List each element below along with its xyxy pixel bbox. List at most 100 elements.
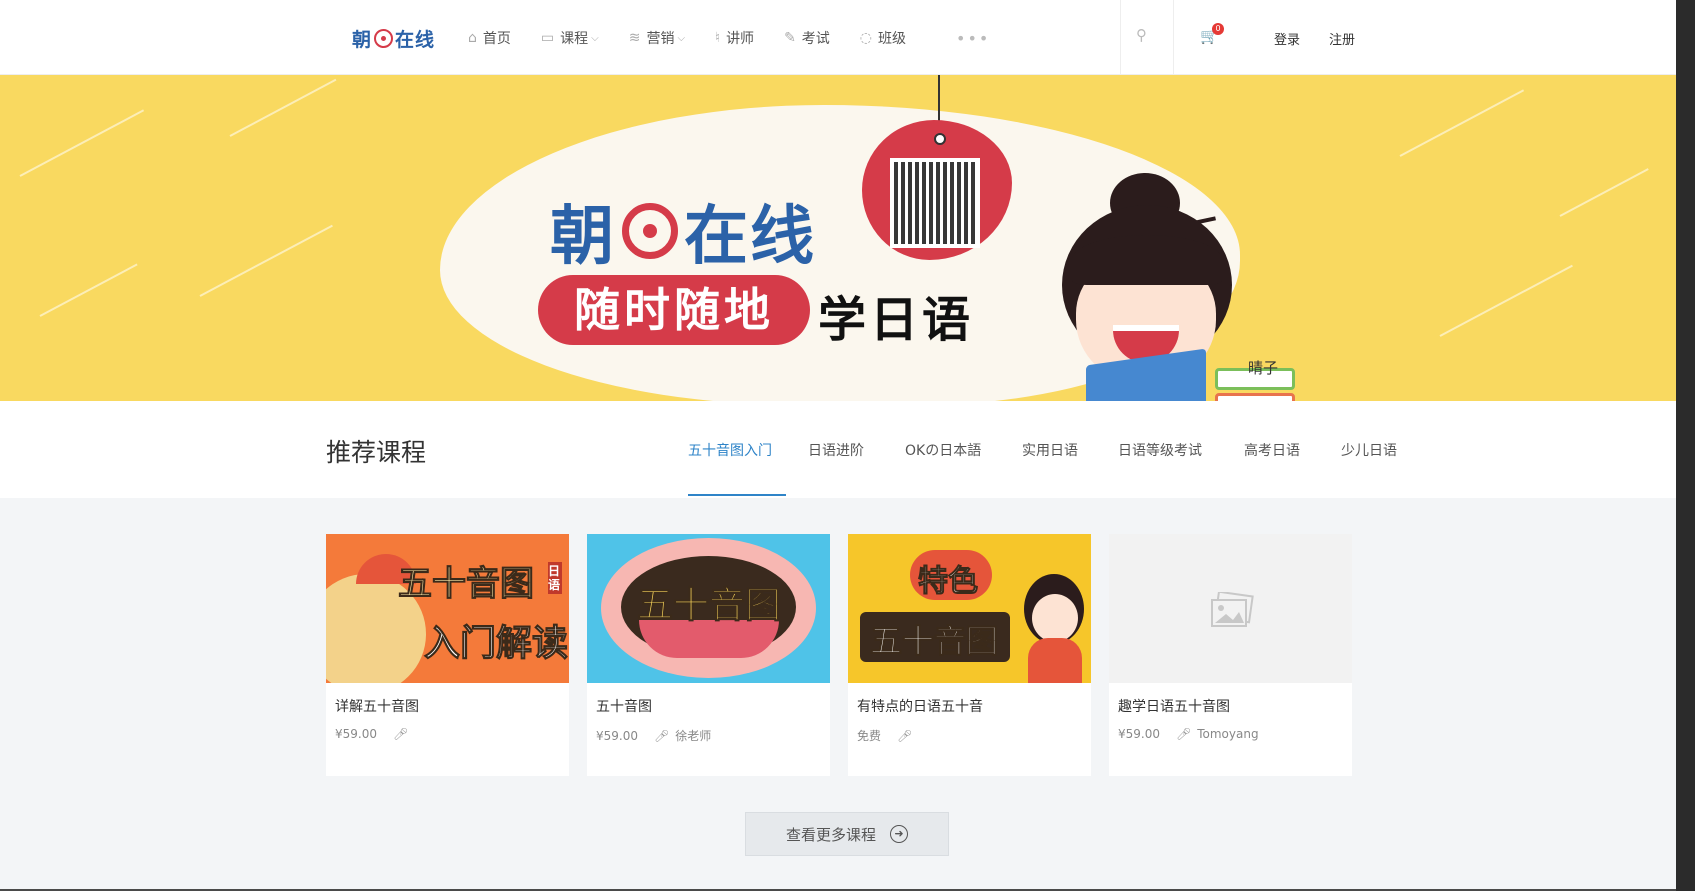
cart-count-badge: 0 <box>1212 23 1224 35</box>
book-icon: ▭ <box>540 30 555 46</box>
page: 朝 在线 ⌂ 首页 ▭ 课程 ⌵ ≋ 营销 ⌵ ♮ 讲师 ✎ 考试 ◌ 班级 •… <box>0 0 1695 891</box>
banner-stripe <box>229 78 337 137</box>
thumb-title-line2: 入门解读 <box>423 623 569 665</box>
section-title: 推荐课程 <box>326 438 427 467</box>
site-logo[interactable]: 朝 在线 <box>352 24 435 52</box>
logo-text-1: 朝 <box>352 28 373 51</box>
course-card[interactable]: 五十音图 日语 入门解读 详解五十音图 ¥59.00 🎤︎ <box>326 534 569 776</box>
layers-icon: ≋ <box>628 30 641 46</box>
nav-home-label: 首页 <box>482 31 511 47</box>
top-header: 朝 在线 ⌂ 首页 ▭ 课程 ⌵ ≋ 营销 ⌵ ♮ 讲师 ✎ 考试 ◌ 班级 •… <box>0 0 1676 75</box>
course-title[interactable]: 有特点的日语五十音 <box>857 696 983 716</box>
nav-courses-label: 课程 <box>560 31 589 47</box>
register-link[interactable]: 注册 <box>1329 29 1355 48</box>
scrollbar[interactable] <box>1676 0 1695 891</box>
banner-brand-text-1: 朝 <box>550 200 616 274</box>
course-card[interactable]: 五十音图 五十音图 ¥59.00 🎤︎ 徐老师 <box>587 534 830 776</box>
eye-logo-icon <box>622 203 678 259</box>
course-price: ¥59.00 <box>335 727 377 741</box>
eye-logo-icon <box>374 28 394 48</box>
nav-marketing[interactable]: ≋ 营销 ⌵ <box>629 26 685 50</box>
thumb-character-face <box>1032 594 1078 642</box>
mic-icon: ♮ <box>715 30 721 46</box>
course-thumbnail: 五十音图 日语 入门解读 <box>326 534 569 683</box>
banner-stripe <box>39 263 138 317</box>
banner-stripe <box>1399 89 1525 157</box>
course-price: ¥59.00 <box>596 728 638 743</box>
header-divider <box>1173 0 1174 75</box>
nav-marketing-label: 营销 <box>646 31 675 47</box>
view-more-courses-button[interactable]: 查看更多课程 ➜ <box>745 812 949 856</box>
view-more-label: 查看更多课程 <box>785 825 876 844</box>
course-card[interactable]: 特色 五十音图 有特点的日语五十音 免费 🎤︎ <box>848 534 1091 776</box>
thumb-tag: 日语 <box>548 562 562 594</box>
character-bangs <box>1072 235 1222 285</box>
course-price: ¥59.00 <box>1118 727 1160 741</box>
header-divider <box>1120 0 1121 75</box>
book-stack-item <box>1215 393 1295 401</box>
tab-advanced[interactable]: 日语进阶 <box>808 440 883 496</box>
home-icon: ⌂ <box>468 30 477 46</box>
nav-courses[interactable]: ▭ 课程 ⌵ <box>541 26 599 50</box>
character-name: 晴子 <box>1248 359 1279 377</box>
banner-brand-text-2: 在线 <box>684 200 816 274</box>
course-card[interactable]: 趣学日语五十音图 ¥59.00 🎤︎ Tomoyang <box>1109 534 1352 776</box>
banner-tagline-text: 学日语 <box>818 292 975 348</box>
arrow-right-circle-icon: ➜ <box>890 825 908 843</box>
course-thumbnail <box>1109 534 1352 683</box>
banner-stripe <box>1559 168 1649 217</box>
banner-brand: 朝 在线 <box>550 185 816 277</box>
banner-stripe <box>19 109 145 177</box>
course-meta: ¥59.00 🎤︎ Tomoyang <box>1118 727 1259 741</box>
nav-home[interactable]: ⌂ 首页 <box>468 26 511 50</box>
course-title[interactable]: 趣学日语五十音图 <box>1118 696 1230 716</box>
course-meta: ¥59.00 🎤︎ <box>335 727 414 741</box>
tab-gaokao[interactable]: 高考日语 <box>1244 440 1319 496</box>
tab-jlpt[interactable]: 日语等级考试 <box>1118 440 1222 496</box>
course-teacher: Tomoyang <box>1197 727 1259 741</box>
nav-teachers-label: 讲师 <box>726 31 755 47</box>
category-tabs: 五十音图入门 日语进阶 OKの日本語 实用日语 日语等级考试 高考日语 少儿日语 <box>688 440 1413 496</box>
pencil-icon: ✎ <box>784 30 796 46</box>
tab-ok-nihongo[interactable]: OKの日本語 <box>905 440 1000 496</box>
course-thumbnail: 五十音图 <box>587 534 830 683</box>
tab-practical[interactable]: 实用日语 <box>1022 440 1096 496</box>
more-icon[interactable]: ••• <box>956 29 990 48</box>
qr-ring <box>934 133 946 145</box>
chevron-down-icon: ⌵ <box>591 32 599 44</box>
nav-class[interactable]: ◌ 班级 <box>860 26 906 50</box>
thumb-title-line1: 五十音图 <box>636 585 782 627</box>
nav-exam[interactable]: ✎ 考试 <box>784 26 830 50</box>
tab-kids[interactable]: 少儿日语 <box>1341 440 1413 496</box>
thumb-title-line1: 特色 <box>918 564 979 600</box>
banner-stripe <box>1439 264 1573 337</box>
banner-tagline-pill: 随时随地 <box>538 275 810 345</box>
tab-gojuon-intro[interactable]: 五十音图入门 <box>688 440 786 496</box>
thumb-title-line2: 五十音图 <box>869 622 999 661</box>
banner-stripe <box>199 224 333 297</box>
mic-icon: 🎤︎ <box>897 728 913 743</box>
search-icon[interactable]: ⚲ <box>1136 26 1147 44</box>
hero-banner[interactable]: 朝 在线 随时随地 学日语 晴子 <box>0 75 1676 401</box>
course-meta: 免费 🎤︎ <box>857 727 918 744</box>
course-title[interactable]: 详解五十音图 <box>335 696 419 716</box>
main-nav: ⌂ 首页 ▭ 课程 ⌵ ≋ 营销 ⌵ ♮ 讲师 ✎ 考试 ◌ 班级 ••• <box>468 26 990 50</box>
mic-icon: 🎤︎ <box>654 728 670 743</box>
mic-icon: 🎤︎ <box>1176 727 1192 741</box>
nav-exam-label: 考试 <box>801 31 830 47</box>
viewport: 朝 在线 ⌂ 首页 ▭ 课程 ⌵ ≋ 营销 ⌵ ♮ 讲师 ✎ 考试 ◌ 班级 •… <box>0 0 1676 889</box>
course-thumbnail: 特色 五十音图 <box>848 534 1091 683</box>
course-card-list: 五十音图 日语 入门解读 详解五十音图 ¥59.00 🎤︎ 五十音图 五十音图 … <box>326 534 1352 776</box>
nav-teachers[interactable]: ♮ 讲师 <box>715 26 754 50</box>
course-price: 免费 <box>857 729 882 743</box>
mic-icon: 🎤︎ <box>393 727 409 741</box>
image-placeholder-icon <box>1211 592 1254 627</box>
course-title[interactable]: 五十音图 <box>596 696 652 716</box>
login-link[interactable]: 登录 <box>1274 29 1300 48</box>
chevron-down-icon: ⌵ <box>677 32 686 44</box>
logo-text-2: 在线 <box>395 28 436 51</box>
course-meta: ¥59.00 🎤︎ 徐老师 <box>596 727 711 744</box>
chat-icon: ◌ <box>859 30 873 46</box>
course-teacher: 徐老师 <box>675 729 712 743</box>
qr-code-image <box>890 158 980 248</box>
